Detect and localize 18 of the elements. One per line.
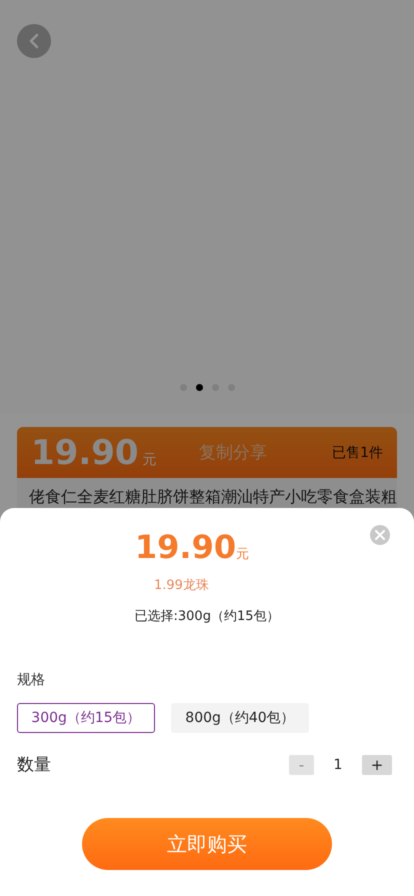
price: 19.90 <box>31 432 139 472</box>
back-icon <box>28 33 40 49</box>
spec-option[interactable]: 800g（约40包） <box>171 703 309 733</box>
spec-label: 规格 <box>17 671 46 689</box>
selected-spec: 已选择:300g（约15包） <box>134 608 280 625</box>
points-price: 1.99龙珠 <box>154 577 209 594</box>
price: 19.90 <box>134 528 236 566</box>
price-unit: 元 <box>236 546 250 563</box>
sold-count: 已售1件 <box>332 444 383 462</box>
back-button[interactable] <box>17 24 51 58</box>
quantity-value: 1 <box>332 756 344 772</box>
close-icon[interactable] <box>370 525 390 545</box>
plus-button[interactable]: + <box>362 754 392 774</box>
carousel-dot[interactable] <box>196 384 202 391</box>
spec-option[interactable]: 300g（约15包） <box>17 703 155 733</box>
product-title: 佬食仁全麦红糖肚脐饼整箱潮汕特产小吃零食盒装粗 <box>28 486 397 508</box>
price-unit: 元 <box>142 450 157 468</box>
quantity-label: 数量 <box>17 754 51 776</box>
